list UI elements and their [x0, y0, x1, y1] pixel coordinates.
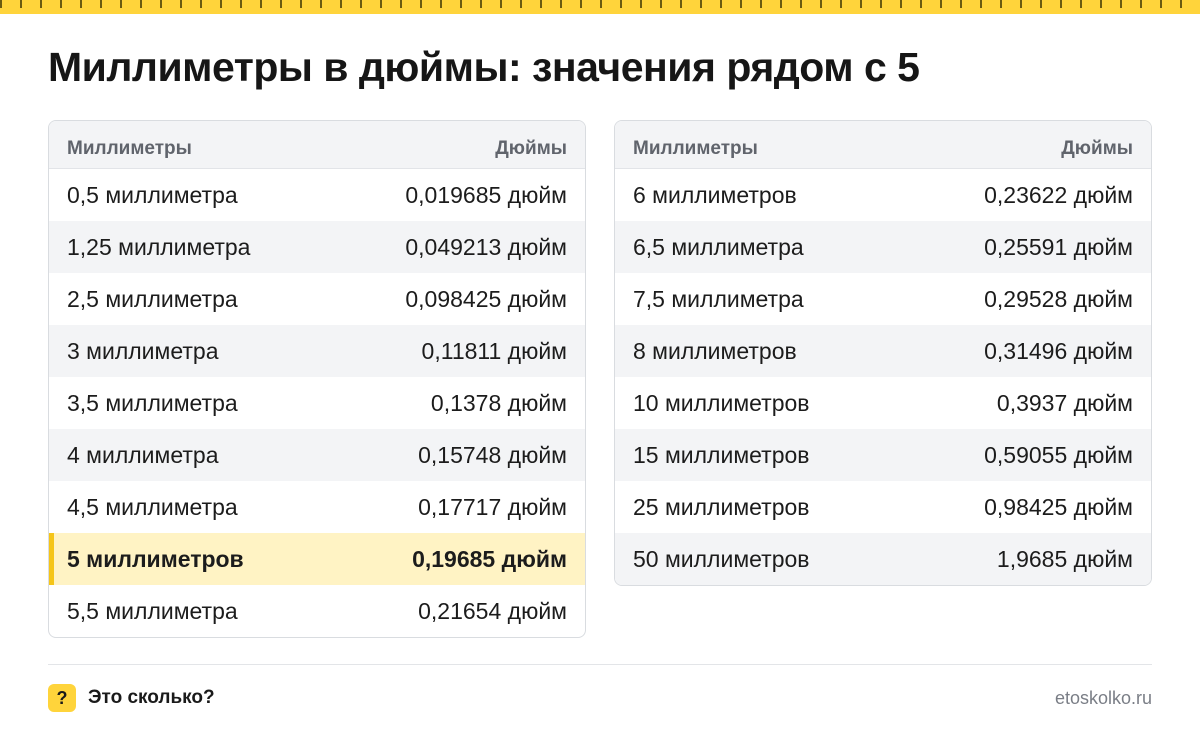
table-header: Миллиметры Дюймы [49, 121, 585, 169]
cell-inches: 1,9685 дюйм [996, 545, 1133, 572]
cell-millimeters: 3,5 миллиметра [67, 389, 238, 416]
table-row: 25 миллиметров 0,98425 дюйм [615, 481, 1151, 533]
question-icon: ? [48, 684, 76, 712]
cell-inches: 0,15748 дюйм [418, 441, 567, 468]
cell-millimeters: 3 миллиметра [67, 337, 219, 364]
cell-inches: 0,1378 дюйм [430, 389, 567, 416]
table-row: 6,5 миллиметра 0,25591 дюйм [615, 221, 1151, 273]
cell-inches: 0,23622 дюйм [984, 181, 1133, 208]
cell-inches: 0,31496 дюйм [984, 337, 1133, 364]
site-link[interactable]: etoskolko.ru [1055, 688, 1152, 709]
cell-inches: 0,17717 дюйм [418, 493, 567, 520]
cell-millimeters: 5,5 миллиметра [67, 597, 238, 624]
table-row: 5,5 миллиметра 0,21654 дюйм [49, 585, 585, 637]
table-row: 1,25 миллиметра 0,049213 дюйм [49, 221, 585, 273]
cell-millimeters: 10 миллиметров [633, 389, 810, 416]
table-row: 4 миллиметра 0,15748 дюйм [49, 429, 585, 481]
cell-millimeters: 4,5 миллиметра [67, 493, 238, 520]
table-row: 7,5 миллиметра 0,29528 дюйм [615, 273, 1151, 325]
cell-millimeters: 6 миллиметров [633, 181, 797, 208]
cell-inches: 0,21654 дюйм [418, 597, 567, 624]
conversion-table-left: Миллиметры Дюймы 0,5 миллиметра 0,019685 … [48, 120, 586, 638]
table-row: 2,5 миллиметра 0,098425 дюйм [49, 273, 585, 325]
column-header-inch: Дюймы [495, 137, 567, 159]
cell-millimeters: 15 миллиметров [633, 441, 810, 468]
table-body: 0,5 миллиметра 0,019685 дюйм 1,25 миллимет… [49, 169, 585, 637]
column-header-inch: Дюймы [1061, 137, 1133, 159]
cell-millimeters: 2,5 миллиметра [67, 285, 238, 312]
table-row: 8 миллиметров 0,31496 дюйм [615, 325, 1151, 377]
table-row: 4,5 миллиметра 0,17717 дюйм [49, 481, 585, 533]
table-row: 3 миллиметра 0,11811 дюйм [49, 325, 585, 377]
table-row: 6 миллиметров 0,23622 дюйм [615, 169, 1151, 221]
cell-inches: 0,019685 дюйм [405, 181, 567, 208]
table-row: 10 миллиметров 0,3937 дюйм [615, 377, 1151, 429]
cell-inches: 0,98425 дюйм [984, 493, 1133, 520]
conversion-table-right: Миллиметры Дюймы 6 миллиметров 0,23622 дю… [614, 120, 1152, 586]
cell-millimeters: 5 миллиметров [67, 545, 244, 572]
footer-divider [48, 664, 1152, 665]
brand-name: Это сколько? [88, 687, 215, 708]
table-header: Миллиметры Дюймы [615, 121, 1151, 169]
table-row: 50 миллиметров 1,9685 дюйм [615, 533, 1151, 585]
table-body: 6 миллиметров 0,23622 дюйм 6,5 миллиметра 0… [615, 169, 1151, 585]
cell-inches: 0,098425 дюйм [405, 285, 567, 312]
cell-millimeters: 0,5 миллиметра [67, 181, 238, 208]
cell-inches: 0,19685 дюйм [412, 545, 567, 572]
table-row: 15 миллиметров 0,59055 дюйм [615, 429, 1151, 481]
cell-millimeters: 8 миллиметров [633, 337, 797, 364]
cell-millimeters: 6,5 миллиметра [633, 233, 804, 260]
column-header-mm: Миллиметры [633, 137, 758, 159]
cell-inches: 0,59055 дюйм [984, 441, 1133, 468]
page-title: Миллиметры в дюймы: значения рядом с 5 [48, 44, 920, 90]
cell-inches: 0,25591 дюйм [984, 233, 1133, 260]
cell-millimeters: 7,5 миллиметра [633, 285, 804, 312]
cell-millimeters: 50 миллиметров [633, 545, 810, 572]
ruler-strip [0, 0, 1200, 14]
cell-inches: 0,11811 дюйм [421, 337, 567, 364]
cell-millimeters: 4 миллиметра [67, 441, 219, 468]
cell-inches: 0,3937 дюйм [996, 389, 1133, 416]
cell-millimeters: 25 миллиметров [633, 493, 810, 520]
column-header-mm: Миллиметры [67, 137, 192, 159]
table-row: 0,5 миллиметра 0,019685 дюйм [49, 169, 585, 221]
cell-inches: 0,049213 дюйм [405, 233, 567, 260]
table-row: 3,5 миллиметра 0,1378 дюйм [49, 377, 585, 429]
cell-millimeters: 1,25 миллиметра [67, 233, 251, 260]
cell-inches: 0,29528 дюйм [984, 285, 1133, 312]
table-row-highlighted: 5 миллиметров 0,19685 дюйм [49, 533, 585, 585]
